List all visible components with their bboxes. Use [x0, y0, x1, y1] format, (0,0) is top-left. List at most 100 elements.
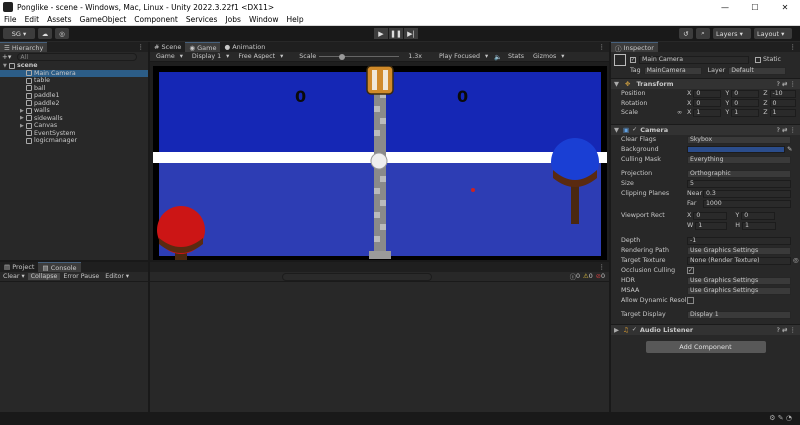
scale-x-field[interactable]: 1 [693, 108, 722, 117]
status-icons[interactable]: ⚙ ✎ ◔ [769, 414, 792, 422]
msaa-dropdown[interactable]: Use Graphics Settings [687, 286, 791, 295]
menu-assets[interactable]: Assets [43, 15, 75, 24]
active-checkbox[interactable]: ✓ [630, 56, 636, 63]
editor-dropdown[interactable]: Editor ▾ [102, 273, 132, 280]
menu-component[interactable]: Component [130, 15, 182, 24]
hierarchy-item[interactable]: ball [0, 85, 148, 93]
clear-button[interactable]: Clear ▾ [0, 273, 28, 280]
background-color-swatch[interactable] [687, 146, 785, 153]
tab-scene[interactable]: # Scene [150, 42, 185, 52]
layer-dropdown[interactable]: Default [728, 66, 787, 75]
position-y-field[interactable]: 0 [731, 89, 760, 98]
scale-y-field[interactable]: 1 [731, 108, 760, 117]
camera-section-header[interactable]: ▼ ▣ ✓ Camera ? ⇄ ⋮ [611, 123, 800, 135]
display-dropdown[interactable]: Display 1 ▾ [186, 53, 232, 60]
projection-dropdown[interactable]: Orthographic [687, 169, 791, 178]
position-x-field[interactable]: 0 [693, 89, 722, 98]
account-dropdown[interactable]: SG ▾ [3, 28, 35, 39]
clear-flags-dropdown[interactable]: Skybox [687, 135, 791, 144]
tab-game[interactable]: ◉ Game [185, 42, 221, 52]
component-menu-icon[interactable]: ? ⇄ ⋮ [776, 126, 800, 134]
menu-window[interactable]: Window [245, 15, 283, 24]
layers-dropdown[interactable]: Layers ▾ [713, 28, 751, 39]
foldout-arrow-icon[interactable]: ▼ [614, 80, 619, 88]
size-field[interactable]: 5 [687, 179, 791, 188]
panel-menu-icon[interactable]: ⋮ [790, 43, 800, 51]
close-button[interactable]: ✕ [770, 3, 800, 12]
play-focused-dropdown[interactable]: Play Focused ▾ [433, 53, 491, 60]
tab-project[interactable]: ▤ Project [0, 262, 38, 272]
target-texture-field[interactable]: None (Render Texture) [687, 256, 791, 265]
depth-field[interactable]: -1 [687, 236, 791, 245]
rendering-path-dropdown[interactable]: Use Graphics Settings [687, 246, 791, 255]
rotation-z-field[interactable]: 0 [769, 99, 796, 108]
menu-gameobject[interactable]: GameObject [76, 15, 131, 24]
object-picker-icon[interactable]: ◎ [793, 257, 799, 264]
rotation-y-field[interactable]: 0 [731, 99, 760, 108]
menu-file[interactable]: File [0, 15, 21, 24]
collab-icon[interactable]: ◎ [55, 28, 69, 39]
game-mode-dropdown[interactable]: Game ▾ [150, 53, 186, 60]
viewport-x-field[interactable]: 0 [693, 211, 728, 220]
viewport-h-field[interactable]: 1 [741, 221, 776, 230]
layout-dropdown[interactable]: Layout ▾ [754, 28, 792, 39]
aspect-dropdown[interactable]: Free Aspect ▾ [232, 53, 286, 60]
position-z-field[interactable]: -10 [769, 89, 796, 98]
hierarchy-item[interactable]: Main Camera [0, 69, 148, 77]
hierarchy-search-input[interactable]: All [17, 53, 138, 61]
hierarchy-item[interactable]: ▶ Canvas [0, 122, 148, 130]
maximize-button[interactable]: ☐ [740, 3, 770, 12]
scale-slider[interactable] [319, 53, 400, 60]
hierarchy-item[interactable]: table [0, 77, 148, 85]
hierarchy-item[interactable]: paddle1 [0, 92, 148, 100]
hierarchy-item[interactable]: EventSystem [0, 130, 148, 138]
scene-item[interactable]: ▼ scene [0, 62, 148, 70]
hierarchy-item[interactable]: ▶ walls [0, 107, 148, 115]
hdr-dropdown[interactable]: Use Graphics Settings [687, 276, 791, 285]
allow-dynamic-resolution-checkbox[interactable] [687, 297, 694, 304]
add-component-button[interactable]: Add Component [645, 340, 766, 353]
console-search-input[interactable] [282, 272, 433, 281]
panel-menu-icon[interactable]: ⋮ [599, 43, 610, 51]
culling-mask-dropdown[interactable]: Everything [687, 155, 791, 164]
minimize-button[interactable]: — [710, 3, 740, 12]
tab-inspector[interactable]: ⓘ Inspector [611, 42, 658, 53]
far-field[interactable]: 1000 [703, 199, 791, 208]
menu-help[interactable]: Help [283, 15, 308, 24]
panel-menu-icon[interactable]: ⋮ [599, 263, 610, 271]
tab-console[interactable]: ▤ Console [38, 262, 81, 272]
component-menu-icon[interactable]: ? ⇄ ⋮ [776, 326, 800, 334]
transform-section-header[interactable]: ▼ ✥ Transform ? ⇄ ⋮ [611, 78, 800, 89]
search-icon[interactable]: ⌕ [696, 28, 710, 39]
foldout-arrow-icon[interactable]: ▶ [614, 326, 619, 334]
cloud-icon[interactable]: ☁ [38, 28, 52, 39]
hierarchy-item[interactable]: ▶ sidewalls [0, 115, 148, 123]
rotation-x-field[interactable]: 0 [693, 99, 722, 108]
menu-edit[interactable]: Edit [21, 15, 44, 24]
hierarchy-item[interactable]: paddle2 [0, 100, 148, 108]
target-display-dropdown[interactable]: Display 1 [687, 310, 791, 319]
undo-history-icon[interactable]: ↺ [679, 28, 693, 39]
collapse-button[interactable]: Collapse [27, 273, 61, 280]
component-menu-icon[interactable]: ? ⇄ ⋮ [776, 80, 800, 88]
audio-listener-section-header[interactable]: ▶ ♫ ✓ Audio Listener ? ⇄ ⋮ [611, 323, 800, 335]
tab-animation[interactable]: ● Animation [220, 42, 269, 52]
tag-dropdown[interactable]: MainCamera [643, 66, 702, 75]
play-button[interactable]: ▶ [374, 28, 388, 39]
gizmos-dropdown[interactable]: Gizmos ▾ [527, 53, 567, 60]
stats-button[interactable]: Stats [505, 53, 527, 60]
object-name-input[interactable]: Main Camera [639, 55, 749, 64]
eyedropper-icon[interactable]: ✎ [787, 146, 792, 153]
tab-hierarchy[interactable]: ☰ Hierarchy [0, 42, 48, 52]
constrain-proportions-icon[interactable]: ∞ [677, 109, 687, 116]
hierarchy-item[interactable]: logicmanager [0, 137, 148, 145]
add-icon[interactable]: +▾ [2, 53, 11, 61]
scale-z-field[interactable]: 1 [769, 108, 796, 117]
near-field[interactable]: 0.3 [703, 189, 791, 198]
static-checkbox[interactable] [755, 56, 761, 63]
menu-services[interactable]: Services [182, 15, 222, 24]
step-button[interactable]: ▶| [404, 28, 418, 39]
occlusion-culling-checkbox[interactable]: ✓ [687, 267, 694, 274]
pause-button[interactable]: ❚❚ [389, 28, 403, 39]
camera-enabled-checkbox[interactable]: ✓ [632, 126, 637, 133]
